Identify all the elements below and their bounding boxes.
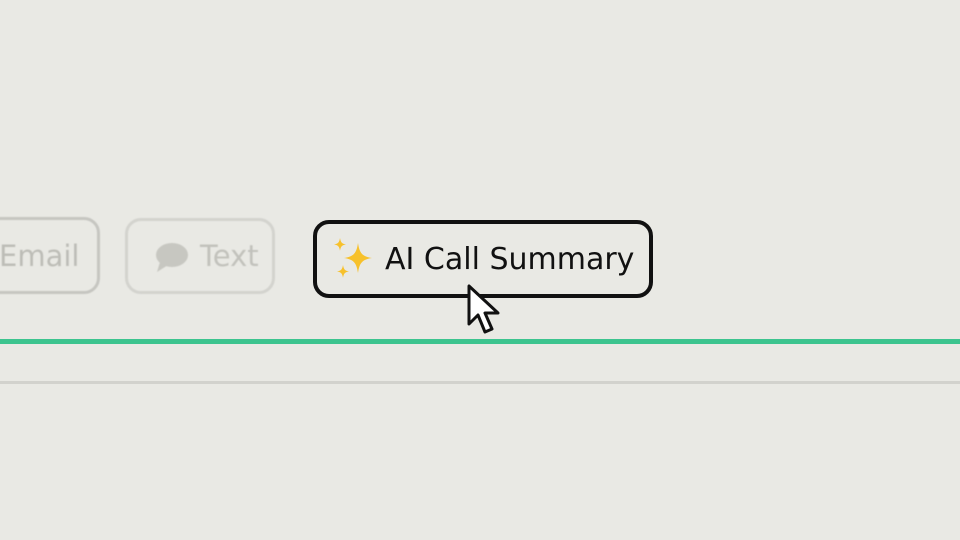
tab-email[interactable]: Email [0, 217, 100, 294]
mouse-pointer-icon [466, 284, 506, 340]
stage: Email Text AI Call Summary [0, 0, 960, 540]
chat-bubble-icon [154, 242, 190, 274]
tab-text-label: Text [200, 239, 259, 273]
tab-text[interactable]: Text [125, 218, 275, 294]
divider [0, 381, 960, 384]
sparkles-icon [331, 237, 375, 281]
tab-ai-call-summary-label: AI Call Summary [385, 241, 635, 277]
tab-email-label: Email [0, 238, 80, 273]
